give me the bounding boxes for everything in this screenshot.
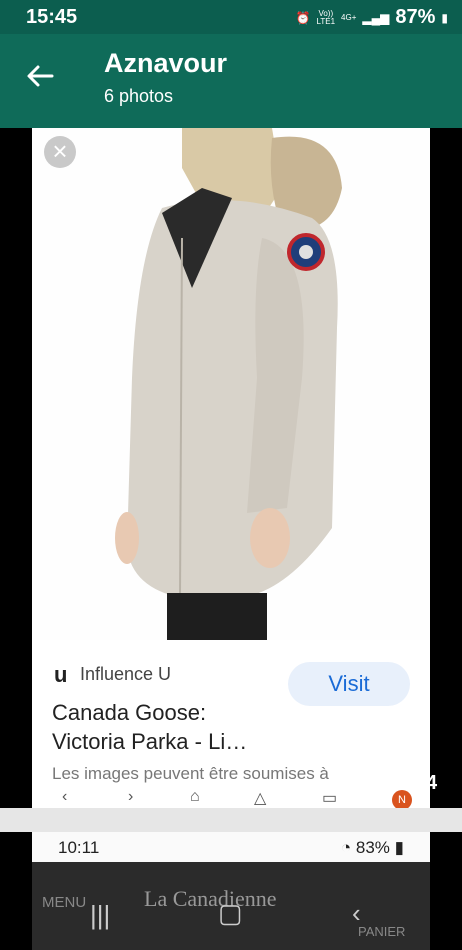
source-logo: u [54, 662, 68, 687]
system-navigation-bar: ||| ▢ ‹ [0, 880, 462, 950]
volte-indicator: Vo)) LTE1 [316, 8, 336, 26]
network-type-indicator: 4G+ [341, 12, 357, 22]
home-icon: ⌂ [190, 788, 200, 805]
back-arrow-icon[interactable] [24, 60, 56, 92]
back-icon: ‹ [62, 788, 68, 805]
embedded-battery: ◔ 83% ▮ [340, 838, 404, 857]
parka-photo[interactable] [32, 128, 430, 640]
image-result-card: × u Influence U Visit Canada Goose: Vict… [32, 128, 430, 808]
status-bar: 15:45 ⏰ Vo)) LTE1 4G+ ▂▄▆ 87% ▮ [0, 0, 462, 34]
header-divider [0, 116, 462, 128]
embedded-status-bar: 10:11 ◔ 83% ▮ [32, 832, 430, 862]
embedded-time: 10:11 [58, 838, 100, 857]
signal-icon: ▂▄▆ [362, 10, 390, 25]
result-caption[interactable]: Canada Goose: Victoria Parka - Li… [52, 698, 282, 756]
forward-icon: › [128, 788, 134, 805]
home-button-icon[interactable]: ▢ [218, 898, 243, 929]
visit-button[interactable]: Visit [288, 662, 410, 706]
status-time: 15:45 [26, 6, 78, 28]
back-nav-icon[interactable]: ‹ [352, 898, 361, 929]
notification-badge: N [392, 790, 412, 810]
share-icon: △ [254, 790, 267, 807]
app-header: Aznavour 6 photos [0, 34, 462, 116]
photo-count: 6 photos [104, 86, 174, 106]
close-icon[interactable]: × [44, 136, 76, 168]
separator [0, 808, 462, 832]
tabs-icon: ▭ [322, 790, 338, 807]
battery-percent: 87% [395, 6, 436, 28]
star-icon: ★ [368, 772, 386, 794]
wifi-icon: ◔ [340, 838, 352, 857]
status-icons: ⏰ Vo)) LTE1 4G+ ▂▄▆ 87% ▮ [296, 6, 448, 29]
alarm-icon: ⏰ [295, 10, 311, 25]
source-name: Influence U [80, 664, 172, 684]
battery-icon: ▮ [441, 10, 448, 25]
chat-title: Aznavour [104, 48, 228, 78]
recent-apps-icon[interactable]: ||| [90, 900, 110, 931]
